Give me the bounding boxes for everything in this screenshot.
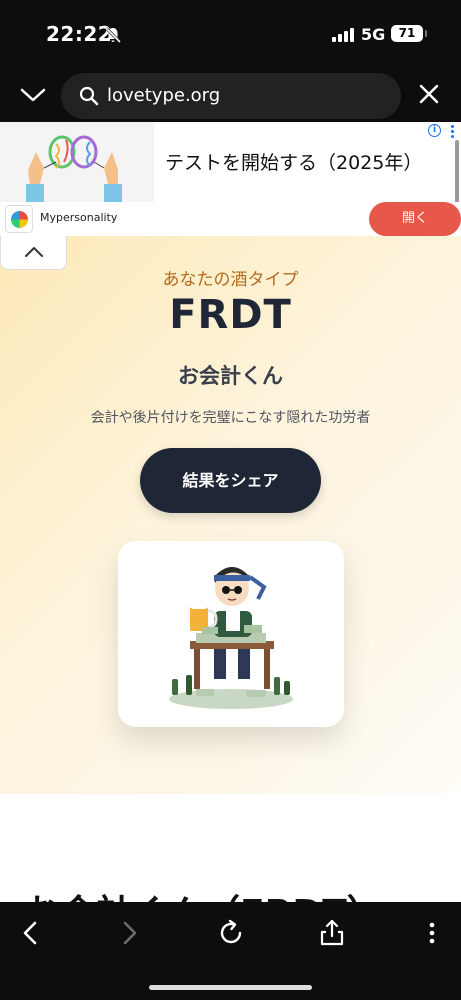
mute-bell-icon <box>104 26 122 44</box>
ad-open-button[interactable]: 開く <box>369 202 461 236</box>
address-bar[interactable]: lovetype.org <box>61 73 401 119</box>
web-page: あなたの酒タイプ FRDT お会計くん 会計や後片付けを完璧にこなす隠れた功労者… <box>0 236 461 902</box>
info-icon[interactable]: i <box>428 124 441 137</box>
share-icon[interactable] <box>317 918 347 948</box>
search-icon <box>79 86 99 106</box>
home-indicator <box>149 985 312 990</box>
clock: 22:22 <box>46 22 113 46</box>
browser-bottom-nav <box>0 902 461 1000</box>
more-vertical-icon[interactable] <box>449 124 455 140</box>
ad-collapse-button[interactable] <box>0 236 67 270</box>
advertiser-name: Mypersonality <box>40 211 118 224</box>
forward-icon[interactable] <box>114 918 144 948</box>
result-description: 会計や後片付けを完璧にこなす隠れた功労者 <box>90 410 371 426</box>
result-subtitle: あなたの酒タイプ <box>162 270 299 290</box>
reload-icon[interactable] <box>216 918 246 948</box>
close-icon[interactable] <box>417 82 441 106</box>
status-bar: 22:22 5G 71 <box>0 0 461 68</box>
signal-icon <box>332 28 354 42</box>
result-hero: あなたの酒タイプ FRDT お会計くん 会計や後片付けを完璧にこなす隠れた功労者… <box>0 236 461 794</box>
section-heading: お会計くん（FRDT） <box>24 884 383 902</box>
result-code: FRDT <box>169 292 292 338</box>
character-card <box>118 541 344 727</box>
ad-headline[interactable]: テストを開始する（2025年） <box>165 148 422 175</box>
chevron-down-icon[interactable] <box>18 82 48 108</box>
ad-scrollbar <box>455 140 459 210</box>
browser-toolbar: lovetype.org <box>0 68 461 122</box>
ad-footer: Mypersonality 開く <box>0 202 461 236</box>
result-name: お会計くん <box>178 364 283 388</box>
battery-indicator: 71 <box>391 25 427 42</box>
back-icon[interactable] <box>16 918 46 948</box>
advertiser-logo <box>5 205 33 233</box>
ad-image[interactable] <box>0 122 154 202</box>
chevron-up-icon <box>25 247 43 257</box>
ad-banner[interactable]: テストを開始する（2025年） i Mypersonality 開く <box>0 122 461 236</box>
character-illustration <box>169 567 293 709</box>
url-text: lovetype.org <box>107 85 221 106</box>
more-icon[interactable] <box>417 918 447 948</box>
share-result-button[interactable]: 結果をシェア <box>140 448 321 513</box>
network-label: 5G <box>361 25 386 44</box>
